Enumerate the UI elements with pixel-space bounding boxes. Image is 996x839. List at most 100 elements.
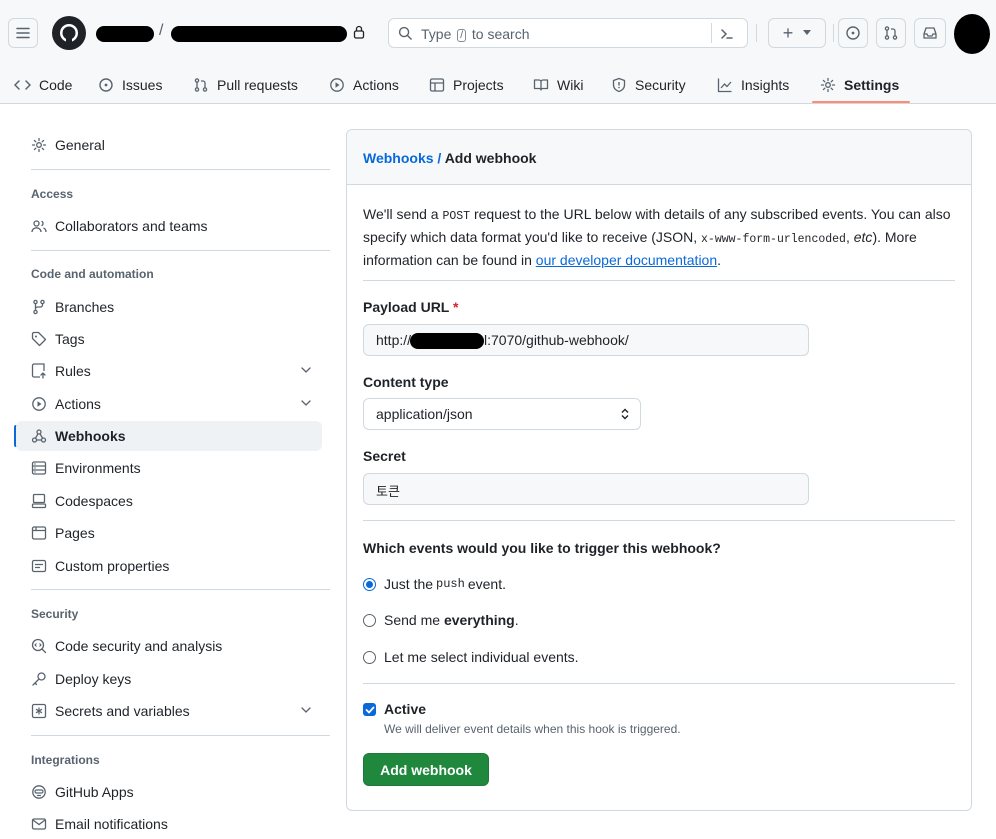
sidebar-item-secrets[interactable]: Secrets and variables <box>16 696 322 726</box>
tab-projects[interactable]: Projects <box>429 70 504 100</box>
note-icon <box>31 559 47 573</box>
section-divider <box>363 520 955 521</box>
codespaces-icon <box>31 493 47 509</box>
sidebar-item-rules[interactable]: Rules <box>16 356 322 386</box>
tab-insights[interactable]: Insights <box>717 70 789 100</box>
everything-radio[interactable] <box>363 613 376 627</box>
content-type-select[interactable]: application/json <box>363 398 641 430</box>
redacted-repo-name <box>171 26 347 42</box>
tag-icon <box>31 331 47 347</box>
play-icon <box>32 397 46 411</box>
triangle-down-icon <box>803 30 812 35</box>
hamburger-icon <box>16 27 30 39</box>
sidebar-item-code-security[interactable]: Code security and analysis <box>16 631 322 661</box>
event-option-push[interactable]: Just the push event. <box>363 576 506 592</box>
issue-opened-icon <box>99 78 113 92</box>
settings-sidebar: General Access Collaborators and teams C… <box>0 104 340 837</box>
tab-security[interactable]: Security <box>611 70 686 100</box>
issues-button[interactable] <box>838 18 868 48</box>
sidebar-item-general[interactable]: General <box>16 130 322 160</box>
sidebar-item-email-notifications[interactable]: Email notifications <box>16 809 322 839</box>
event-option-individual[interactable]: Let me select individual events. <box>363 649 579 665</box>
breadcrumb-webhooks-link[interactable]: Webhooks <box>363 150 434 166</box>
search-input[interactable]: Type / to search <box>388 18 748 48</box>
codescan-icon <box>31 638 47 654</box>
sidebar-item-codespaces[interactable]: Codespaces <box>16 486 322 516</box>
tab-code[interactable]: Code <box>14 70 72 100</box>
gear-icon <box>820 77 836 93</box>
book-icon <box>533 79 549 91</box>
play-icon <box>330 78 344 92</box>
inbox-icon <box>923 27 937 39</box>
graph-icon <box>717 78 732 93</box>
sidebar-item-collaborators[interactable]: Collaborators and teams <box>16 211 322 241</box>
redacted-host <box>410 333 484 349</box>
sidebar-heading-access: Access <box>31 187 74 201</box>
sidebar-item-tags[interactable]: Tags <box>16 324 322 354</box>
active-label: Active <box>384 701 427 717</box>
repository-navigation: Code Issues Pull requests Actions Projec… <box>0 64 996 104</box>
select-arrows-icon <box>621 408 629 420</box>
push-radio[interactable] <box>363 577 376 591</box>
webhook-icon <box>31 429 47 443</box>
tab-settings[interactable]: Settings <box>820 70 899 100</box>
plus-icon: + <box>782 22 794 43</box>
sidebar-heading-code-automation: Code and automation <box>31 267 154 281</box>
git-pull-request-icon <box>194 78 208 92</box>
git-branch-icon <box>33 299 45 315</box>
search-icon <box>398 26 412 40</box>
pull-requests-button[interactable] <box>876 18 906 48</box>
gear-icon <box>31 137 47 153</box>
repo-path-separator: / <box>159 22 164 39</box>
sidebar-item-custom-properties[interactable]: Custom properties <box>16 551 322 581</box>
mail-icon <box>31 818 47 830</box>
key-icon <box>32 672 46 686</box>
sidebar-item-environments[interactable]: Environments <box>16 453 322 483</box>
top-bar: / Type / to search + <box>0 10 996 54</box>
events-question: Which events would you like to trigger t… <box>363 540 721 556</box>
breadcrumb: Webhooks / Add webhook <box>363 150 536 166</box>
people-icon <box>31 220 47 233</box>
issue-opened-icon <box>846 26 860 40</box>
browser-icon <box>31 526 47 540</box>
add-webhook-button[interactable]: Add webhook <box>363 753 489 786</box>
secret-input[interactable]: 토큰 <box>363 473 809 505</box>
inbox-button[interactable] <box>914 18 946 48</box>
tab-wiki[interactable]: Wiki <box>533 70 583 100</box>
sidebar-item-github-apps[interactable]: GitHub Apps <box>16 777 322 807</box>
content-type-label: Content type <box>363 374 449 390</box>
menu-button[interactable] <box>8 18 38 48</box>
selected-tab-indicator <box>812 101 910 103</box>
command-palette-icon[interactable] <box>719 26 735 42</box>
active-checkbox[interactable] <box>363 703 376 716</box>
payload-url-input[interactable]: http://3 l:7070/github-webhook/ <box>363 324 809 356</box>
lock-icon <box>353 25 365 39</box>
tab-actions[interactable]: Actions <box>329 70 399 100</box>
sidebar-item-actions[interactable]: Actions <box>16 389 322 419</box>
search-placeholder: Type / to search <box>421 26 530 42</box>
sidebar-divider <box>31 735 330 736</box>
shield-icon <box>612 77 626 93</box>
page-title: Add webhook <box>444 150 537 166</box>
tab-pull-requests[interactable]: Pull requests <box>193 70 298 100</box>
intro-text: We'll send a POST request to the URL bel… <box>363 206 951 268</box>
individual-radio[interactable] <box>363 650 376 664</box>
section-divider <box>363 280 955 281</box>
avatar[interactable] <box>954 14 990 54</box>
server-icon <box>31 461 47 475</box>
sidebar-item-webhooks[interactable]: Webhooks <box>16 421 322 451</box>
chevron-down-icon[interactable] <box>300 364 312 376</box>
sidebar-item-branches[interactable]: Branches <box>16 292 322 322</box>
sidebar-item-deploy-keys[interactable]: Deploy keys <box>16 664 322 694</box>
sidebar-item-pages[interactable]: Pages <box>16 518 322 548</box>
github-logo-icon[interactable] <box>52 16 86 50</box>
create-new-button[interactable]: + <box>768 18 826 48</box>
tab-issues[interactable]: Issues <box>98 70 162 100</box>
table-icon <box>429 78 445 92</box>
event-option-everything[interactable]: Send me everything. <box>363 612 519 628</box>
secret-label: Secret <box>363 448 406 464</box>
chevron-down-icon[interactable] <box>300 704 312 716</box>
developer-documentation-link[interactable]: our developer documentation <box>536 252 717 268</box>
redacted-owner-name <box>96 26 154 42</box>
chevron-down-icon[interactable] <box>300 397 312 409</box>
